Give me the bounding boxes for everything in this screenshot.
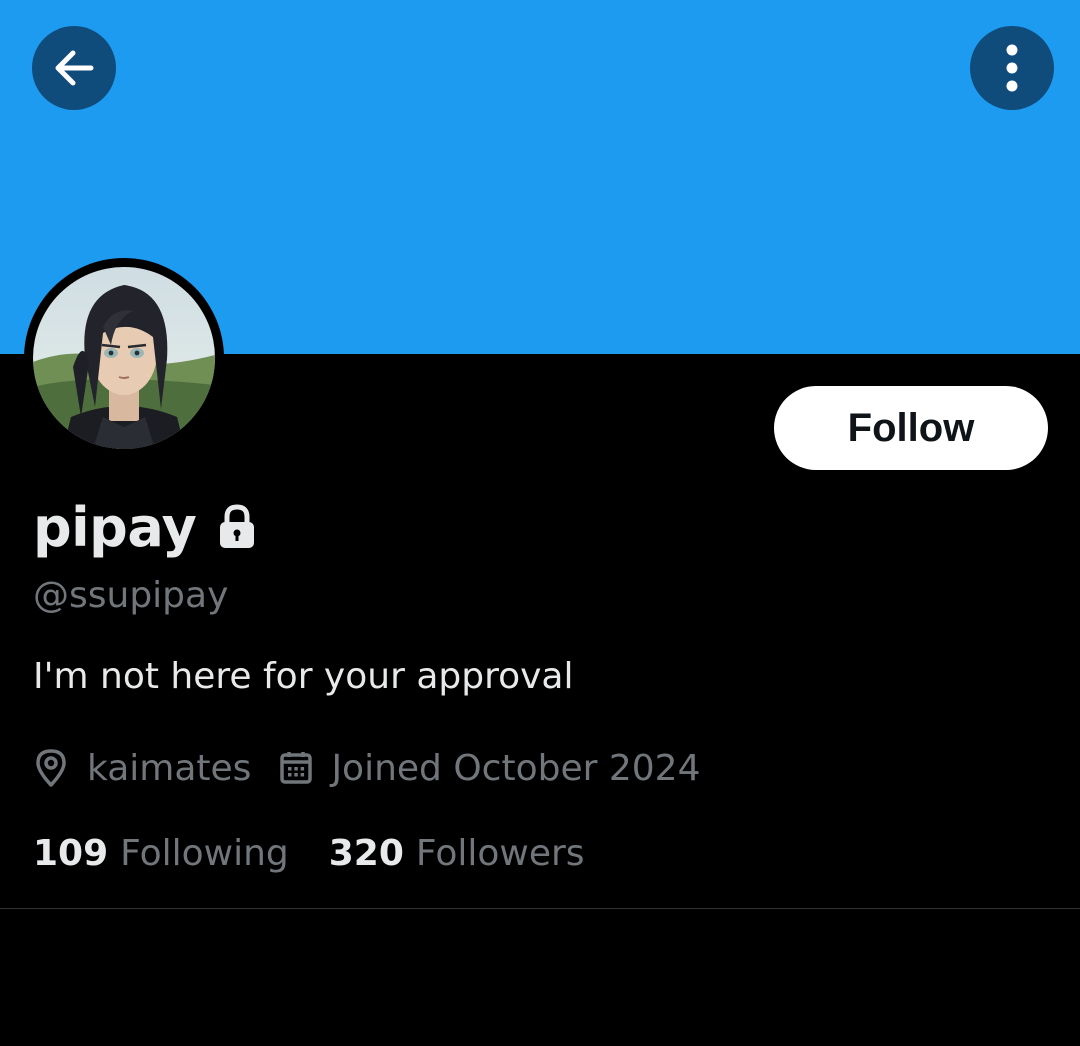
- location-text: kaimates: [87, 747, 252, 789]
- joined-item: Joined October 2024: [279, 748, 700, 789]
- more-vertical-icon: [1002, 42, 1022, 94]
- following-link[interactable]: 109 Following: [33, 833, 289, 874]
- more-options-button[interactable]: [970, 26, 1054, 110]
- followers-link[interactable]: 320 Followers: [329, 833, 585, 874]
- follow-stats: 109 Following 320 Followers: [33, 826, 585, 880]
- profile-name-row: pipay: [33, 492, 256, 562]
- following-label: Following: [120, 832, 289, 874]
- following-count: 109: [33, 832, 109, 874]
- profile-bio: I'm not here for your approval: [33, 656, 574, 697]
- arrow-left-icon: [49, 43, 99, 93]
- avatar[interactable]: [33, 267, 215, 449]
- followers-label: Followers: [415, 832, 585, 874]
- lock-icon[interactable]: [218, 504, 256, 550]
- profile-meta: kaimates Joined October 2024: [33, 742, 700, 794]
- back-button[interactable]: [32, 26, 116, 110]
- location-item: kaimates: [33, 748, 251, 789]
- display-name: pipay: [33, 495, 197, 559]
- followers-count: 320: [328, 832, 404, 874]
- calendar-icon: [279, 750, 313, 786]
- profile-page: Follow pipay @ssupipay I'm not here for …: [0, 0, 1080, 1046]
- username-handle: @ssupipay: [33, 575, 229, 616]
- follow-button[interactable]: Follow: [774, 386, 1048, 470]
- location-pin-icon: [33, 748, 69, 788]
- section-divider: [0, 908, 1080, 909]
- joined-date: Joined October 2024: [331, 747, 701, 789]
